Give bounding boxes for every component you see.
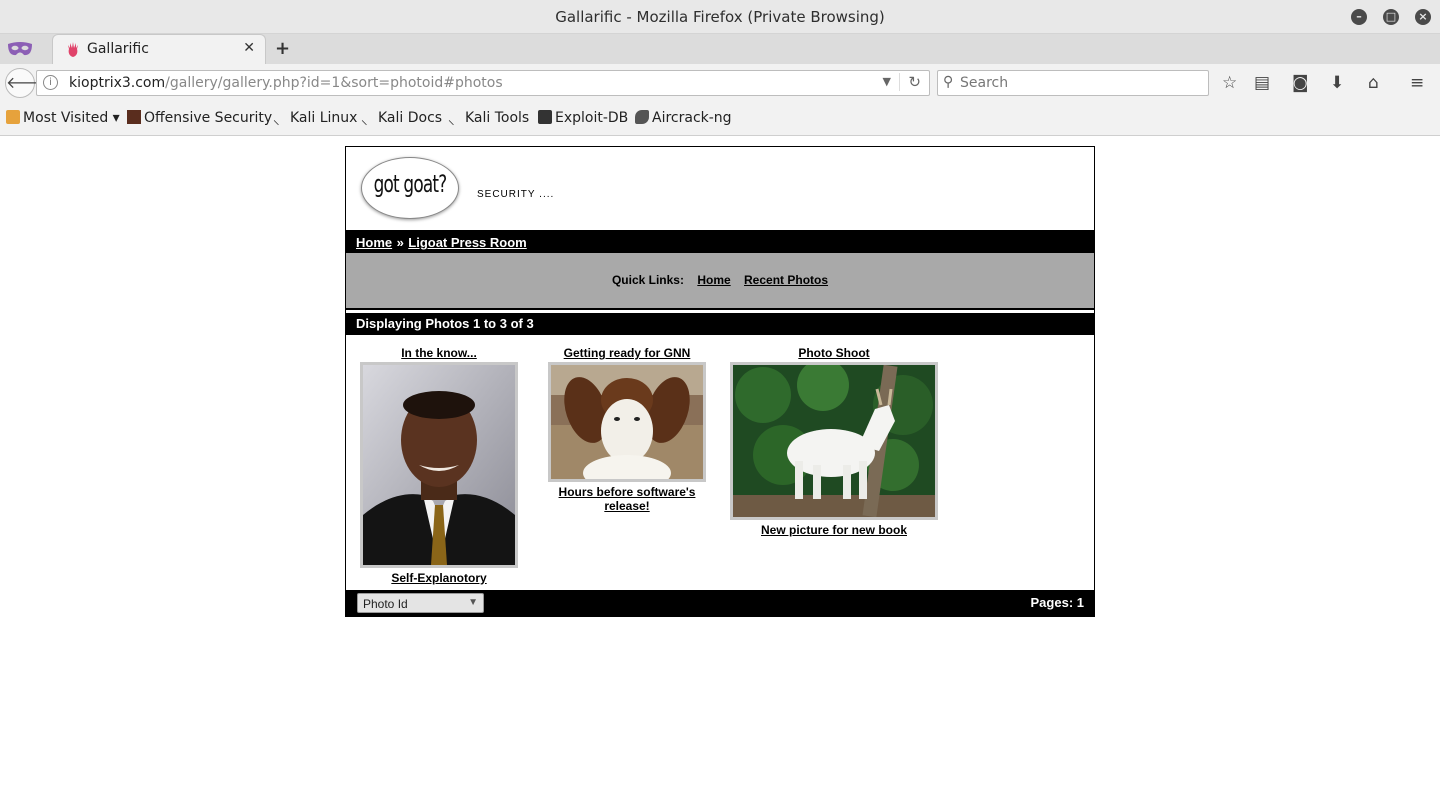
search-icon: ⚲	[943, 74, 954, 90]
url-path: /gallery/gallery.php?id=1&sort=photoid#p…	[165, 75, 503, 91]
photo-card: Photo Shoot New picture for new book	[730, 346, 938, 537]
display-count-bar: Displaying Photos 1 to 3 of 3	[346, 313, 1094, 335]
pages-indicator: Pages: 1	[1030, 595, 1084, 610]
quick-link-home[interactable]: Home	[697, 273, 730, 287]
site-tagline: SECURITY ....	[477, 189, 555, 200]
downloads-icon[interactable]: ⬇	[1330, 73, 1344, 93]
tab-strip: Gallarific ✕ +	[0, 34, 1440, 64]
kali-dragon-icon: ⸜	[273, 113, 280, 128]
quick-link-recent-photos[interactable]: Recent Photos	[744, 273, 828, 287]
bookmark-most-visited[interactable]: Most Visited ▾	[6, 110, 120, 126]
new-tab-button[interactable]: +	[275, 38, 290, 59]
bookmark-kali-docs[interactable]: ⸜ Kali Docs	[361, 110, 442, 128]
url-host: kioptrix3.com	[69, 75, 166, 91]
close-icon[interactable]: ×	[1415, 9, 1431, 25]
got-goat-logo[interactable]: got goat?	[361, 157, 459, 219]
bookmark-exploit-db[interactable]: Exploit-DB	[538, 110, 628, 126]
kali-dragon-icon: ⸜	[361, 113, 368, 128]
quick-links-bar: Quick Links: Home Recent Photos	[346, 253, 1094, 310]
offensive-security-icon	[127, 110, 141, 124]
gallery-footer-bar: Photo Id ▼ Pages: 1	[346, 590, 1094, 616]
pocket-icon[interactable]: ◙	[1292, 73, 1309, 93]
sort-select[interactable]: Photo Id ▼	[357, 593, 484, 613]
url-bar[interactable]: i kioptrix3.com/gallery/gallery.php?id=1…	[36, 70, 930, 96]
photo-caption-link[interactable]: New picture for new book	[730, 523, 938, 537]
reload-icon[interactable]: ↻	[899, 73, 921, 91]
portrait-photo	[363, 365, 515, 565]
photo-thumbnail[interactable]	[360, 362, 518, 568]
photo-caption-link[interactable]: Hours before software's release!	[538, 485, 716, 513]
back-button[interactable]: 🡐	[5, 68, 49, 98]
bookmark-aircrack-ng[interactable]: Aircrack-ng	[635, 110, 732, 126]
aircrack-ng-icon	[635, 110, 649, 124]
private-browsing-mask-icon	[8, 42, 32, 56]
photo-card: In the know... Self-Explanotory	[358, 346, 520, 585]
tab-title: Gallarific	[87, 41, 149, 57]
photo-title-link[interactable]: In the know...	[358, 346, 520, 360]
menu-icon[interactable]: ≡	[1410, 73, 1424, 93]
photo-card: Getting ready for GNN Hours before softw…	[538, 346, 716, 513]
breadcrumb-current-link[interactable]: Ligoat Press Room	[408, 235, 526, 250]
bookmarks-bar: Most Visited ▾ Offensive Security ⸜ Kali …	[0, 102, 1440, 136]
bookmark-offensive-security[interactable]: Offensive Security	[127, 110, 272, 126]
photo-title-link[interactable]: Photo Shoot	[730, 346, 938, 360]
photo-title-link[interactable]: Getting ready for GNN	[538, 346, 716, 360]
maximize-icon[interactable]: □	[1383, 9, 1399, 25]
navigation-bar: 🡐 i kioptrix3.com/gallery/gallery.php?id…	[0, 64, 1440, 102]
kali-dragon-icon: ⸜	[448, 113, 455, 128]
goat-face-photo	[551, 365, 703, 491]
white-goat-photo	[733, 359, 935, 518]
sort-selected-value: Photo Id	[363, 597, 408, 611]
search-bar[interactable]: ⚲	[937, 70, 1209, 96]
tab-gallarific[interactable]: Gallarific ✕	[52, 34, 266, 64]
breadcrumb: Home » Ligoat Press Room	[356, 234, 527, 252]
exploit-db-icon	[538, 110, 552, 124]
reading-list-icon[interactable]: ▤	[1254, 73, 1270, 93]
gallery-container: got goat? SECURITY .... Home » Ligoat Pr…	[345, 146, 1095, 617]
display-count-text: Displaying Photos 1 to 3 of 3	[356, 316, 534, 331]
window-titlebar: Gallarific - Mozilla Firefox (Private Br…	[0, 0, 1440, 34]
minimize-icon[interactable]: –	[1351, 9, 1367, 25]
home-icon[interactable]: ⌂	[1368, 73, 1379, 93]
tab-close-icon[interactable]: ✕	[243, 40, 255, 56]
breadcrumb-home-link[interactable]: Home	[356, 235, 392, 250]
breadcrumb-separator: »	[396, 235, 404, 250]
chevron-down-icon: ▼	[468, 597, 478, 608]
quick-links-label: Quick Links:	[611, 273, 684, 287]
photo-caption-link[interactable]: Self-Explanotory	[358, 571, 520, 585]
bookmark-star-icon[interactable]: ☆	[1222, 73, 1237, 93]
most-visited-icon	[6, 110, 20, 124]
url-text[interactable]: kioptrix3.com/gallery/gallery.php?id=1&s…	[69, 75, 503, 91]
window-title: Gallarific - Mozilla Firefox (Private Br…	[555, 8, 885, 26]
photo-thumbnail[interactable]	[548, 362, 706, 491]
gallarific-hand-icon	[68, 42, 78, 57]
search-input[interactable]	[960, 73, 1200, 93]
site-info-icon[interactable]: i	[43, 75, 58, 90]
photo-thumbnail[interactable]	[730, 359, 938, 520]
bookmark-kali-tools[interactable]: ⸜ Kali Tools	[448, 110, 529, 128]
url-dropdown-icon[interactable]: ▼	[883, 75, 891, 88]
breadcrumb-bar: Home » Ligoat Press Room	[346, 229, 1094, 253]
bookmark-kali-linux[interactable]: ⸜ Kali Linux	[273, 110, 357, 128]
